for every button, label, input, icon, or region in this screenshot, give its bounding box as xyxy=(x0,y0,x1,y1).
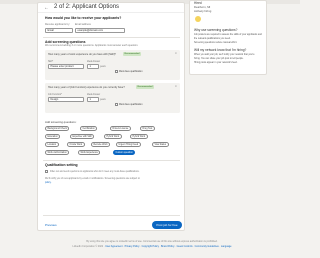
screening-desc: We recommend adding 3 or more questions.… xyxy=(45,44,139,47)
qualification-info: We'll notify you of new applicants by em… xyxy=(45,178,140,180)
footer-link[interactable]: Community Guidelines xyxy=(195,245,219,248)
email-label: Email address xyxy=(75,23,91,26)
must-have-label: Must-have qualification xyxy=(119,71,143,73)
years-label: years xyxy=(100,99,106,101)
add-question-pill[interactable]: Work Authorization xyxy=(45,150,70,155)
recommended-badge: Recommended xyxy=(123,52,141,56)
page-title: 2 of 2: Applicant Options xyxy=(54,4,120,10)
divider xyxy=(43,160,180,161)
footer-links: LinkedIn Corporation © 2022 · User Agree… xyxy=(72,245,232,248)
footer-notice: By using this site you agree to LinkedIn… xyxy=(86,240,218,243)
email-field[interactable]: example@domain.com xyxy=(75,28,125,33)
add-questions-heading: Add screening questions: xyxy=(45,120,77,124)
ideal-answer-input[interactable]: 1 xyxy=(87,97,99,102)
divider xyxy=(43,215,180,216)
back-arrow-icon[interactable]: ← xyxy=(44,5,49,11)
add-question-pill[interactable]: Certification xyxy=(80,126,98,131)
question-2-text: How many years of [Job Function] experie… xyxy=(48,86,125,89)
how-title: Will my network know that I'm hiring? xyxy=(194,48,247,52)
add-question-pill[interactable]: Location xyxy=(45,142,59,147)
add-question-pill[interactable]: Visa Status xyxy=(152,142,169,147)
add-question-pill[interactable]: Education xyxy=(45,134,61,139)
custom-question-pill[interactable]: Custom question xyxy=(113,150,136,155)
filter-label: Filter out and send rejections to applic… xyxy=(50,171,140,173)
ideal-answer-input[interactable]: 1 xyxy=(87,64,99,69)
add-question-pill[interactable]: Onsite Work xyxy=(67,142,85,147)
footer-link[interactable]: Copyright Policy xyxy=(142,245,159,248)
footer-link[interactable]: Guest Controls xyxy=(177,245,193,248)
method-select[interactable]: Email xyxy=(45,28,73,33)
footer-link[interactable]: Brand Policy xyxy=(161,245,174,248)
recommended-badge: Recommended xyxy=(136,85,154,89)
divider xyxy=(43,37,180,38)
add-question-pill[interactable]: Hybrid Work xyxy=(104,134,122,139)
skill-input[interactable]: Please enter product xyxy=(48,64,84,69)
sidebar-status: Actively hiring xyxy=(194,9,212,13)
why-title: Why use screening questions? xyxy=(194,28,238,32)
footer-link[interactable]: User Agreement xyxy=(105,245,122,248)
policy-link[interactable]: policy. xyxy=(45,181,51,185)
screening-question-1: How many years of work experience do you… xyxy=(45,50,180,80)
question-1-text: How many years of work experience do you… xyxy=(48,53,116,56)
filter-checkbox[interactable] xyxy=(45,170,48,173)
applicant-options-card: ← 2 of 2: Applicant Options How would yo… xyxy=(37,2,185,231)
add-question-pill[interactable]: Drivers License xyxy=(110,126,131,131)
add-question-pill[interactable]: Background Check xyxy=(45,126,70,131)
add-question-pill[interactable]: Drug Test xyxy=(140,126,155,131)
lightbulb-icon xyxy=(195,16,201,22)
add-question-pill[interactable]: Remote Work xyxy=(91,142,110,147)
job-function-input[interactable]: Design xyxy=(48,97,84,102)
qualification-heading: Qualification setting xyxy=(45,163,78,167)
add-question-pill[interactable]: Work Experience xyxy=(78,150,101,155)
footer-link[interactable]: Language xyxy=(221,245,232,248)
card-header: ← 2 of 2: Applicant Options xyxy=(38,3,184,13)
close-icon[interactable]: × xyxy=(175,51,177,55)
sidebar-panel: Hired Dearborn, MI Actively hiring Why u… xyxy=(189,0,267,75)
must-have-checkbox[interactable] xyxy=(115,70,118,73)
add-question-pill[interactable]: Hybrid Work xyxy=(130,134,148,139)
footer-link[interactable]: Privacy Policy xyxy=(125,245,140,248)
why-text: Screening questions reduce manual effort… xyxy=(194,42,238,44)
post-job-button[interactable]: Post job for free xyxy=(152,221,182,229)
screening-question-2: How many years of [Job Function] experie… xyxy=(45,83,180,113)
must-have-checkbox[interactable] xyxy=(115,103,118,106)
footer-copyright: LinkedIn Corporation © 2022 xyxy=(72,245,104,248)
method-label: Receive applicants by: xyxy=(45,23,71,26)
years-label: years xyxy=(100,66,106,68)
how-text: Hiring posts appear in your network's fe… xyxy=(194,62,238,64)
receive-heading: How would you like to receive your appli… xyxy=(45,16,122,20)
close-icon[interactable]: × xyxy=(175,84,177,88)
previous-button[interactable]: Previous xyxy=(45,223,57,227)
add-question-pill[interactable]: Expertise with Skill xyxy=(70,134,95,139)
must-have-label: Must-have qualification xyxy=(119,104,143,106)
add-question-pill[interactable]: Urgent Hiring Need xyxy=(116,142,141,147)
